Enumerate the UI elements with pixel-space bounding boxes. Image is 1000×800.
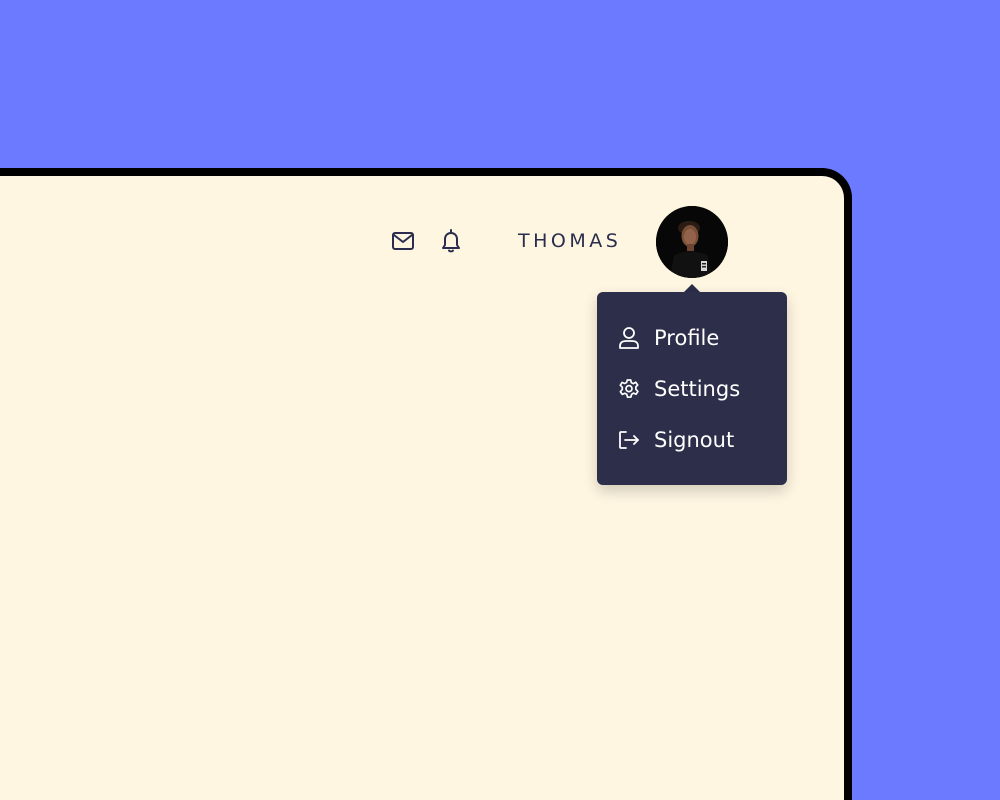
menu-item-signout[interactable]: Signout — [617, 425, 734, 455]
menu-item-label: Profile — [654, 326, 720, 350]
menu-item-settings[interactable]: Settings — [617, 374, 740, 404]
user-menu: Profile Settings Signout — [597, 292, 787, 485]
user-icon — [617, 326, 641, 350]
app-screen — [0, 176, 844, 800]
gear-icon — [617, 377, 641, 401]
mail-icon[interactable] — [390, 230, 416, 252]
bell-icon[interactable] — [439, 228, 463, 254]
menu-item-label: Signout — [654, 428, 735, 452]
user-name[interactable]: THOMAS — [518, 229, 621, 253]
avatar[interactable] — [656, 206, 728, 278]
menu-item-profile[interactable]: Profile — [617, 323, 719, 353]
sign-out-icon — [617, 428, 641, 452]
menu-item-label: Settings — [654, 377, 741, 401]
stage: THOMAS Profile Settings Signout — [0, 0, 1000, 800]
avatar-photo — [656, 206, 728, 278]
